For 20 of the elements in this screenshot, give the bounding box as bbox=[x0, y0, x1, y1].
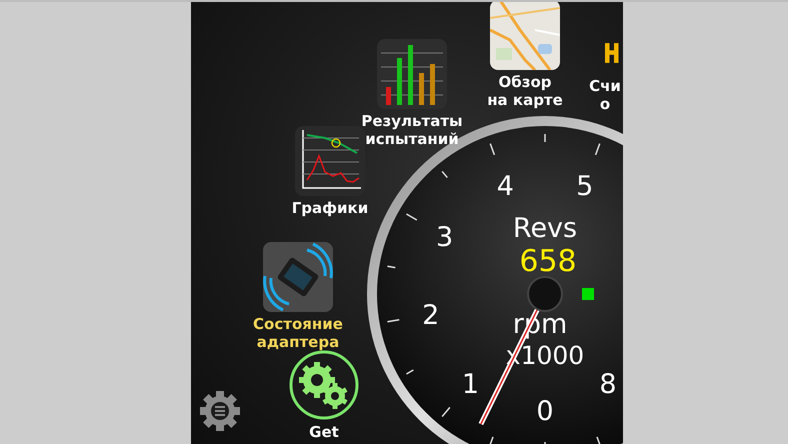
gauge-value: 658 bbox=[519, 244, 577, 279]
scale-label: 3 bbox=[436, 222, 454, 253]
scale-label: 0 bbox=[536, 396, 554, 427]
scale-label: 2 bbox=[422, 300, 440, 332]
bar-chart-icon[interactable] bbox=[377, 39, 447, 109]
scale-label: 5 bbox=[576, 171, 594, 202]
scale-label: 8 bbox=[599, 368, 617, 400]
app-label: Счи о bbox=[588, 77, 622, 113]
app-label: Состояние адаптера bbox=[253, 315, 343, 351]
app-label: Get bbox=[309, 423, 339, 441]
scale-label: 4 bbox=[496, 171, 514, 202]
obd-adapter-icon[interactable] bbox=[263, 242, 333, 312]
settings-menu-icon[interactable] bbox=[199, 390, 241, 432]
gears-icon[interactable] bbox=[289, 350, 359, 420]
app-label: Обзор на карте bbox=[487, 73, 563, 109]
gauge-title: Revs bbox=[512, 213, 578, 244]
scale-label: 1 bbox=[462, 368, 480, 400]
app-label: Результаты испытаний bbox=[361, 112, 463, 148]
app-label: Графики bbox=[292, 199, 368, 217]
gauge-hub bbox=[527, 276, 563, 312]
